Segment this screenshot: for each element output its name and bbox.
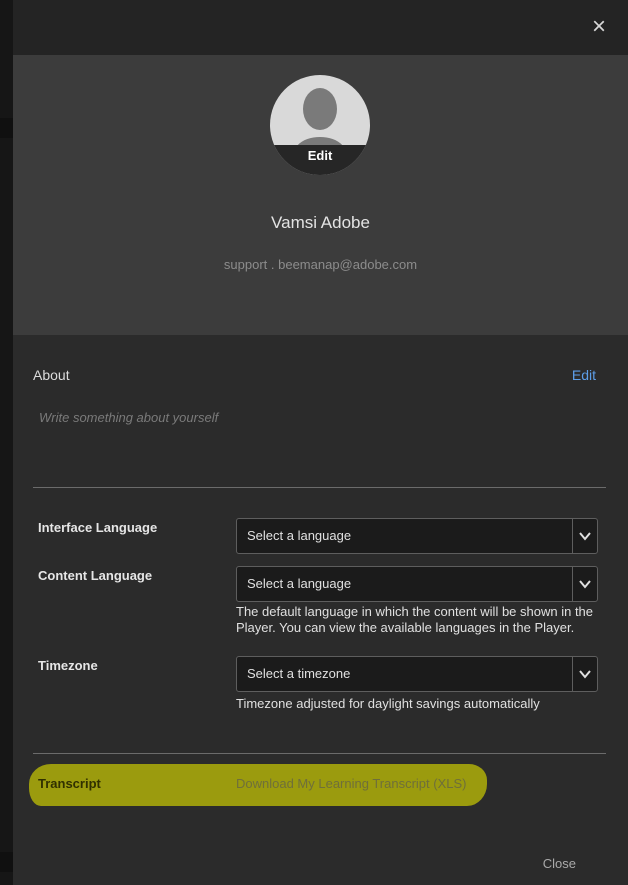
timezone-value: Select a timezone bbox=[247, 666, 351, 681]
avatar[interactable]: Edit bbox=[270, 75, 370, 175]
timezone-label: Timezone bbox=[38, 658, 98, 673]
section-divider bbox=[33, 487, 606, 488]
chevron-down-icon bbox=[579, 532, 591, 541]
backdrop-fragment bbox=[0, 852, 13, 872]
content-language-help: The default language in which the conten… bbox=[236, 604, 594, 635]
chevron-down-icon bbox=[579, 580, 591, 589]
transcript-label: Transcript bbox=[38, 776, 101, 791]
backdrop-fragment bbox=[0, 118, 13, 138]
timezone-select[interactable]: Select a timezone bbox=[236, 656, 598, 692]
select-separator bbox=[572, 519, 573, 553]
profile-modal: × Edit Vamsi Adobe support . beemanap@ad… bbox=[13, 0, 628, 885]
user-name: Vamsi Adobe bbox=[271, 213, 370, 232]
interface-language-select[interactable]: Select a language bbox=[236, 518, 598, 554]
chevron-down-icon bbox=[579, 670, 591, 679]
interface-language-value: Select a language bbox=[247, 528, 352, 543]
section-divider bbox=[33, 753, 606, 754]
about-edit-link[interactable]: Edit bbox=[572, 367, 596, 383]
select-separator bbox=[572, 567, 573, 601]
profile-hero: Edit Vamsi Adobe support . beemanap@adob… bbox=[13, 55, 628, 335]
timezone-help: Timezone adjusted for daylight savings a… bbox=[236, 696, 540, 711]
about-heading: About bbox=[33, 367, 70, 383]
avatar-edit-button[interactable]: Edit bbox=[270, 145, 370, 175]
about-text[interactable]: Write something about yourself bbox=[39, 410, 218, 425]
content-language-label: Content Language bbox=[38, 568, 153, 583]
close-icon[interactable]: × bbox=[588, 15, 610, 39]
close-button[interactable]: Close bbox=[543, 856, 576, 871]
content-language-value: Select a language bbox=[247, 576, 352, 591]
modal-header-bar: × bbox=[13, 0, 628, 55]
select-separator bbox=[572, 657, 573, 691]
user-email: support . beemanap@adobe.com bbox=[223, 257, 418, 272]
download-transcript-link[interactable]: Download My Learning Transcript (XLS) bbox=[236, 776, 467, 791]
interface-language-label: Interface Language bbox=[38, 520, 158, 535]
backdrop bbox=[0, 0, 13, 885]
content-language-select[interactable]: Select a language bbox=[236, 566, 598, 602]
